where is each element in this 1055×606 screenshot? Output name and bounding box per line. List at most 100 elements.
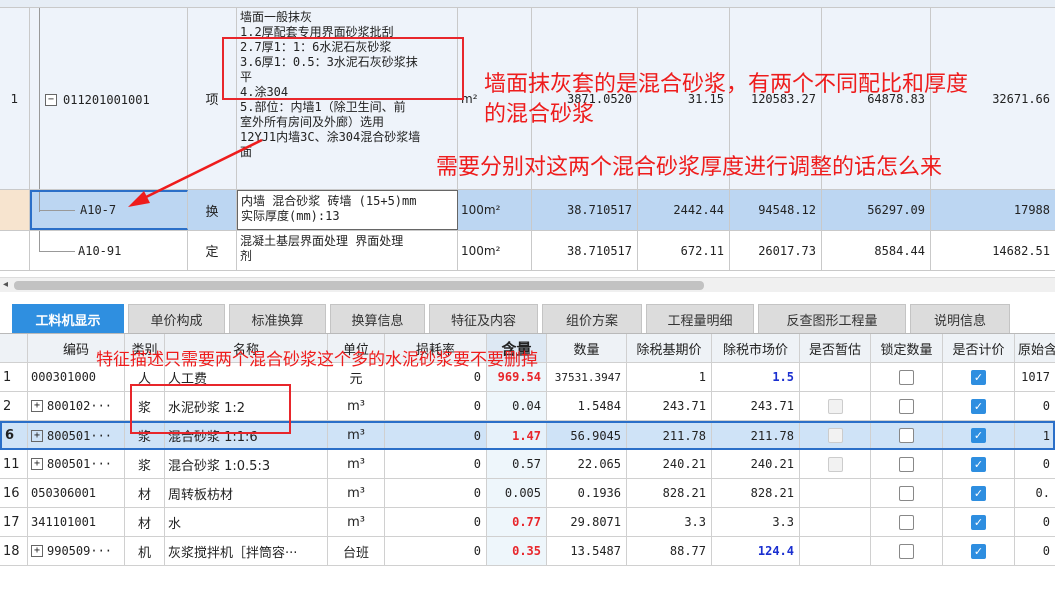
- item-row-a10-7[interactable]: A10-7 换 内墙 混合砂浆 砖墙 (15+5)mm 实际厚度(mm):13 …: [0, 190, 1055, 231]
- tab-conversion-info[interactable]: 换算信息: [330, 304, 425, 333]
- priced-checkbox[interactable]: ✓: [971, 456, 986, 472]
- priced-cell[interactable]: ✓: [943, 450, 1015, 478]
- resource-market-price[interactable]: 211.78: [712, 423, 800, 448]
- lock-quantity-checkbox[interactable]: [899, 428, 914, 443]
- resource-market-price[interactable]: 1.5: [712, 363, 800, 391]
- resource-loss-rate[interactable]: 0: [385, 423, 487, 448]
- quota-unit: 100m²: [458, 231, 532, 270]
- priced-checkbox[interactable]: ✓: [971, 514, 986, 530]
- lock-quantity-checkbox[interactable]: [899, 398, 914, 414]
- lock-quantity-checkbox[interactable]: [899, 514, 914, 530]
- resource-market-price[interactable]: 124.4: [712, 537, 800, 565]
- tab-unit-price-composition[interactable]: 单价构成: [128, 304, 225, 333]
- priced-cell[interactable]: ✓: [943, 508, 1015, 536]
- priced-cell[interactable]: ✓: [943, 479, 1015, 507]
- resource-row[interactable]: 18 +990509··· 机 灰浆搅拌机［拌筒容··· 台班 0 0.35 1…: [0, 537, 1055, 566]
- col-base-price[interactable]: 除税基期价: [627, 334, 712, 362]
- resource-loss-rate[interactable]: 0: [385, 392, 487, 420]
- tab-features-content[interactable]: 特征及内容: [429, 304, 538, 333]
- scrollbar-thumb[interactable]: [14, 281, 704, 290]
- resource-name[interactable]: 灰浆搅拌机［拌筒容···: [165, 537, 328, 565]
- tab-quantity-details[interactable]: 工程量明细: [646, 304, 754, 333]
- tab-notes[interactable]: 说明信息: [910, 304, 1010, 333]
- col-quantity[interactable]: 数量: [547, 334, 627, 362]
- priced-cell[interactable]: ✓: [943, 392, 1015, 420]
- resource-code[interactable]: +990509···: [28, 537, 125, 565]
- resource-content[interactable]: 0.35: [487, 537, 547, 565]
- provisional-cell: [800, 363, 871, 391]
- resource-quantity: 37531.3947: [547, 363, 627, 391]
- quota-description[interactable]: 内墙 混合砂浆 砖墙 (15+5)mm 实际厚度(mm):13: [237, 190, 458, 230]
- resource-code[interactable]: +800102···: [28, 392, 125, 420]
- resource-market-price[interactable]: 828.21: [712, 479, 800, 507]
- resource-content[interactable]: 0.005: [487, 479, 547, 507]
- resource-market-price[interactable]: 3.3: [712, 508, 800, 536]
- resource-original-content: 0: [1042, 399, 1050, 413]
- resource-code[interactable]: +800501···: [28, 423, 125, 448]
- horizontal-scrollbar[interactable]: ◂: [0, 277, 1055, 292]
- resource-code[interactable]: 341101001: [28, 508, 125, 536]
- resource-row[interactable]: 17 341101001 材 水 m³ 0 0.77 29.8071 3.3 3…: [0, 508, 1055, 537]
- quota-quantity: 38.710517: [532, 231, 638, 270]
- resource-loss-rate[interactable]: 0: [385, 450, 487, 478]
- quota-description[interactable]: 混凝土基层界面处理 界面处理 剂: [237, 231, 458, 270]
- resource-content[interactable]: 1.47: [487, 423, 547, 448]
- detail-tab-bar: 工料机显示 单价构成 标准换算 换算信息 特征及内容 组价方案 工程量明细 反查…: [0, 292, 1055, 334]
- resource-name[interactable]: 水: [165, 508, 328, 536]
- priced-checkbox[interactable]: ✓: [971, 398, 986, 414]
- tab-graphic-quantity-lookup[interactable]: 反查图形工程量: [758, 304, 906, 333]
- resource-loss-rate[interactable]: 0: [385, 508, 487, 536]
- priced-cell[interactable]: ✓: [943, 423, 1015, 448]
- lock-quantity-checkbox[interactable]: [899, 485, 914, 501]
- lock-quantity-cell[interactable]: [871, 363, 943, 391]
- quota-quantity: 38.710517: [532, 190, 638, 230]
- lock-quantity-cell[interactable]: [871, 392, 943, 420]
- resource-code[interactable]: +800501···: [28, 450, 125, 478]
- lock-quantity-cell[interactable]: [871, 450, 943, 478]
- col-original-content[interactable]: 原始含: [1015, 334, 1055, 362]
- priced-checkbox[interactable]: ✓: [971, 428, 986, 443]
- col-provisional[interactable]: 是否暂估: [800, 334, 871, 362]
- resource-row[interactable]: 11 +800501··· 浆 混合砂浆 1:0.5:3 m³ 0 0.57 2…: [0, 450, 1055, 479]
- priced-checkbox[interactable]: ✓: [971, 369, 986, 385]
- expand-icon[interactable]: +: [31, 545, 43, 557]
- lock-quantity-cell[interactable]: [871, 423, 943, 448]
- priced-checkbox[interactable]: ✓: [971, 485, 986, 501]
- priced-cell[interactable]: ✓: [943, 537, 1015, 565]
- tab-standard-conversion[interactable]: 标准换算: [229, 304, 326, 333]
- lock-quantity-checkbox[interactable]: [899, 456, 914, 472]
- item-row-a10-91[interactable]: A10-91 定 混凝土基层界面处理 界面处理 剂 100m² 38.71051…: [0, 231, 1055, 271]
- collapse-icon[interactable]: −: [45, 94, 57, 106]
- tab-resource-display[interactable]: 工料机显示: [12, 304, 124, 333]
- resource-loss-rate[interactable]: 0: [385, 537, 487, 565]
- expand-icon[interactable]: +: [31, 400, 43, 412]
- resource-content[interactable]: 0.57: [487, 450, 547, 478]
- resource-original-content: 0: [1042, 457, 1050, 471]
- resource-market-price[interactable]: 240.21: [712, 450, 800, 478]
- expand-icon[interactable]: +: [31, 429, 43, 442]
- resource-code[interactable]: 050306001: [28, 479, 125, 507]
- resource-name[interactable]: 混合砂浆 1:0.5:3: [165, 450, 328, 478]
- scroll-left-icon[interactable]: ◂: [3, 279, 8, 290]
- lock-quantity-cell[interactable]: [871, 479, 943, 507]
- resource-content[interactable]: 0.77: [487, 508, 547, 536]
- col-lock-quantity[interactable]: 锁定数量: [871, 334, 943, 362]
- resource-name[interactable]: 周转板枋材: [165, 479, 328, 507]
- resource-market-price[interactable]: 243.71: [712, 392, 800, 420]
- quota-code-cell[interactable]: A10-91: [30, 231, 188, 270]
- lock-quantity-checkbox[interactable]: [899, 543, 914, 559]
- priced-cell[interactable]: ✓: [943, 363, 1015, 391]
- expand-icon[interactable]: +: [31, 458, 43, 470]
- priced-checkbox[interactable]: ✓: [971, 543, 986, 559]
- item-code-cell[interactable]: − 011201001001: [30, 8, 188, 189]
- quota-code-cell[interactable]: A10-7: [30, 190, 188, 230]
- lock-quantity-checkbox[interactable]: [899, 369, 914, 385]
- col-priced[interactable]: 是否计价: [943, 334, 1015, 362]
- col-market-price[interactable]: 除税市场价: [712, 334, 800, 362]
- resource-loss-rate[interactable]: 0: [385, 479, 487, 507]
- tab-pricing-scheme[interactable]: 组价方案: [542, 304, 642, 333]
- lock-quantity-cell[interactable]: [871, 537, 943, 565]
- resource-row[interactable]: 16 050306001 材 周转板枋材 m³ 0 0.005 0.1936 8…: [0, 479, 1055, 508]
- lock-quantity-cell[interactable]: [871, 508, 943, 536]
- resource-content[interactable]: 0.04: [487, 392, 547, 420]
